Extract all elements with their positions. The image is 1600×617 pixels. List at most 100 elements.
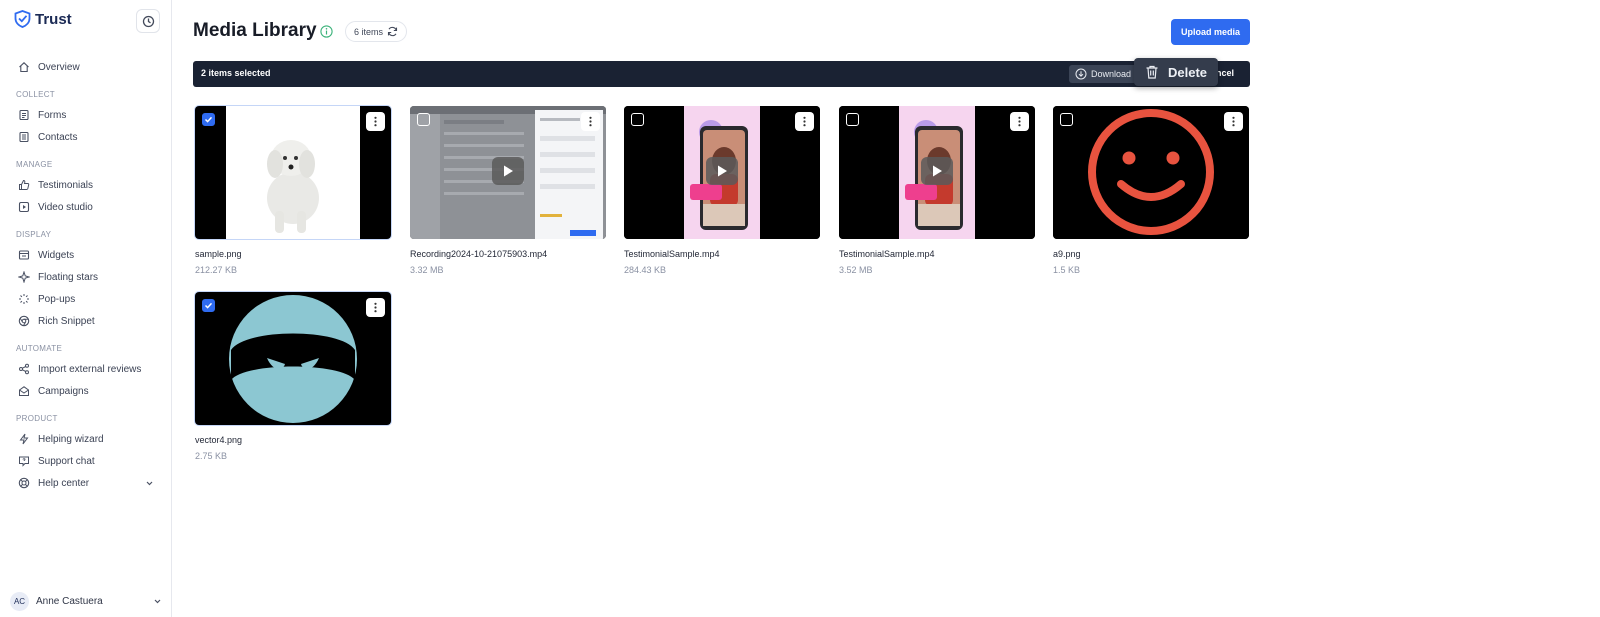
sidebar-item-label: Import external reviews: [38, 363, 142, 375]
info-icon[interactable]: [320, 25, 333, 38]
sidebar-item-label: Campaigns: [38, 385, 89, 397]
section-automate: AUTOMATE: [16, 344, 63, 353]
more-options-button[interactable]: [1010, 112, 1029, 131]
home-icon: [17, 60, 31, 74]
check-icon: [204, 116, 213, 123]
form-icon: [17, 108, 31, 122]
media-card[interactable]: vector4.png 2.75 KB: [194, 291, 392, 461]
play-icon: [718, 165, 727, 177]
refresh-icon[interactable]: [387, 26, 398, 37]
thumbs-up-icon: [17, 178, 31, 192]
chevron-down-icon[interactable]: [153, 597, 162, 606]
item-count-badge: 6 items: [345, 21, 408, 42]
sidebar-item-label: Pop-ups: [38, 293, 76, 305]
delete-button[interactable]: Delete: [1134, 58, 1218, 86]
contacts-icon: [17, 130, 31, 144]
media-thumbnail[interactable]: [194, 105, 392, 240]
sidebar-item-campaigns[interactable]: Campaigns: [0, 380, 172, 402]
media-thumbnail[interactable]: [1053, 106, 1249, 239]
smiley-image: [1053, 106, 1249, 239]
more-vertical-icon: [589, 116, 592, 127]
sidebar-item-overview[interactable]: Overview: [0, 56, 172, 78]
download-label: Download: [1091, 69, 1132, 79]
more-options-button[interactable]: [366, 298, 385, 317]
media-thumbnail[interactable]: [624, 106, 820, 239]
sidebar-item-pop-ups[interactable]: Pop-ups: [0, 288, 172, 310]
select-checkbox[interactable]: [631, 113, 644, 126]
file-name: Recording2024-10-21075903.mp4: [410, 249, 548, 259]
loader-icon: [17, 292, 31, 306]
select-checkbox[interactable]: [846, 113, 859, 126]
more-options-button[interactable]: [795, 112, 814, 131]
sidebar-item-label: Floating stars: [38, 271, 99, 283]
media-card[interactable]: sample.png 212.27 KB: [194, 105, 392, 275]
sidebar-item-support-chat[interactable]: Support chat: [0, 450, 172, 472]
file-size: 2.75 KB: [195, 451, 228, 461]
file-size: 284.43 KB: [624, 265, 667, 275]
sidebar-item-forms[interactable]: Forms: [0, 104, 172, 126]
play-button[interactable]: [921, 157, 953, 185]
chevron-down-icon[interactable]: [145, 479, 154, 488]
play-button[interactable]: [492, 157, 524, 185]
history-icon: [142, 15, 154, 27]
user-name: Anne Castuera: [36, 595, 103, 607]
chrome-icon: [17, 314, 31, 328]
sidebar-item-label: Help center: [38, 477, 90, 489]
sidebar-item-label: Helping wizard: [38, 433, 104, 445]
media-card[interactable]: TestimonialSample.mp4 284.43 KB: [624, 106, 820, 275]
section-collect: COLLECT: [16, 90, 55, 99]
more-options-button[interactable]: [581, 112, 600, 131]
section-display: DISPLAY: [16, 230, 52, 239]
sidebar-item-floating-stars[interactable]: Floating stars: [0, 266, 172, 288]
brand-name: Trust: [35, 10, 72, 28]
sidebar-item-help-center[interactable]: Help center: [0, 472, 172, 494]
media-thumbnail[interactable]: [194, 291, 392, 426]
delete-label: Delete: [1168, 64, 1208, 80]
sidebar-item-widgets[interactable]: Widgets: [0, 244, 172, 266]
sidebar-item-label: Overview: [38, 61, 80, 73]
dog-image: [195, 106, 391, 239]
sidebar-item-rich-snippet[interactable]: Rich Snippet: [0, 310, 172, 332]
sparkle-icon: [17, 270, 31, 284]
sidebar-item-helping-wizard[interactable]: Helping wizard: [0, 428, 172, 450]
shield-check-icon: [14, 10, 31, 28]
select-checkbox[interactable]: [202, 113, 215, 126]
history-button[interactable]: [136, 9, 160, 33]
sidebar-item-contacts[interactable]: Contacts: [0, 126, 172, 148]
sidebar-item-label: Support chat: [38, 455, 95, 467]
more-options-button[interactable]: [366, 112, 385, 131]
upload-media-button[interactable]: Upload media: [1171, 19, 1250, 45]
file-size: 3.52 MB: [839, 265, 873, 275]
brand-logo[interactable]: Trust: [14, 10, 72, 28]
select-checkbox[interactable]: [1060, 113, 1073, 126]
sidebar-item-import-external-reviews[interactable]: Import external reviews: [0, 358, 172, 380]
media-thumbnail[interactable]: [410, 106, 606, 239]
sidebar-item-label: Contacts: [38, 131, 78, 143]
sidebar-nav: Overview COLLECT Forms Contacts MANAGE T…: [0, 56, 172, 494]
sidebar-item-label: Widgets: [38, 249, 75, 261]
media-card[interactable]: TestimonialSample.mp4 3.52 MB: [839, 106, 1035, 275]
select-checkbox[interactable]: [417, 113, 430, 126]
select-checkbox[interactable]: [202, 299, 215, 312]
media-card[interactable]: a9.png 1.5 KB: [1053, 106, 1249, 275]
section-manage: MANAGE: [16, 160, 53, 169]
page-title: Media Library: [193, 20, 317, 41]
sidebar-item-testimonials[interactable]: Testimonials: [0, 174, 172, 196]
mail-icon: [17, 384, 31, 398]
download-button[interactable]: Download: [1069, 65, 1138, 83]
file-name: a9.png: [1053, 249, 1081, 259]
sidebar-item-video-studio[interactable]: Video studio: [0, 196, 172, 218]
file-size: 1.5 KB: [1053, 265, 1081, 275]
media-card[interactable]: Recording2024-10-21075903.mp4 3.32 MB: [410, 106, 606, 275]
more-options-button[interactable]: [1224, 112, 1243, 131]
media-thumbnail[interactable]: [839, 106, 1035, 239]
widget-icon: [17, 248, 31, 262]
user-menu[interactable]: AC Anne Castuera: [10, 591, 162, 611]
more-vertical-icon: [374, 302, 377, 313]
play-icon: [933, 165, 942, 177]
file-name: vector4.png: [195, 435, 243, 445]
ninja-image: [195, 292, 391, 425]
share-icon: [17, 362, 31, 376]
lifebuoy-icon: [17, 476, 31, 490]
play-button[interactable]: [706, 157, 738, 185]
